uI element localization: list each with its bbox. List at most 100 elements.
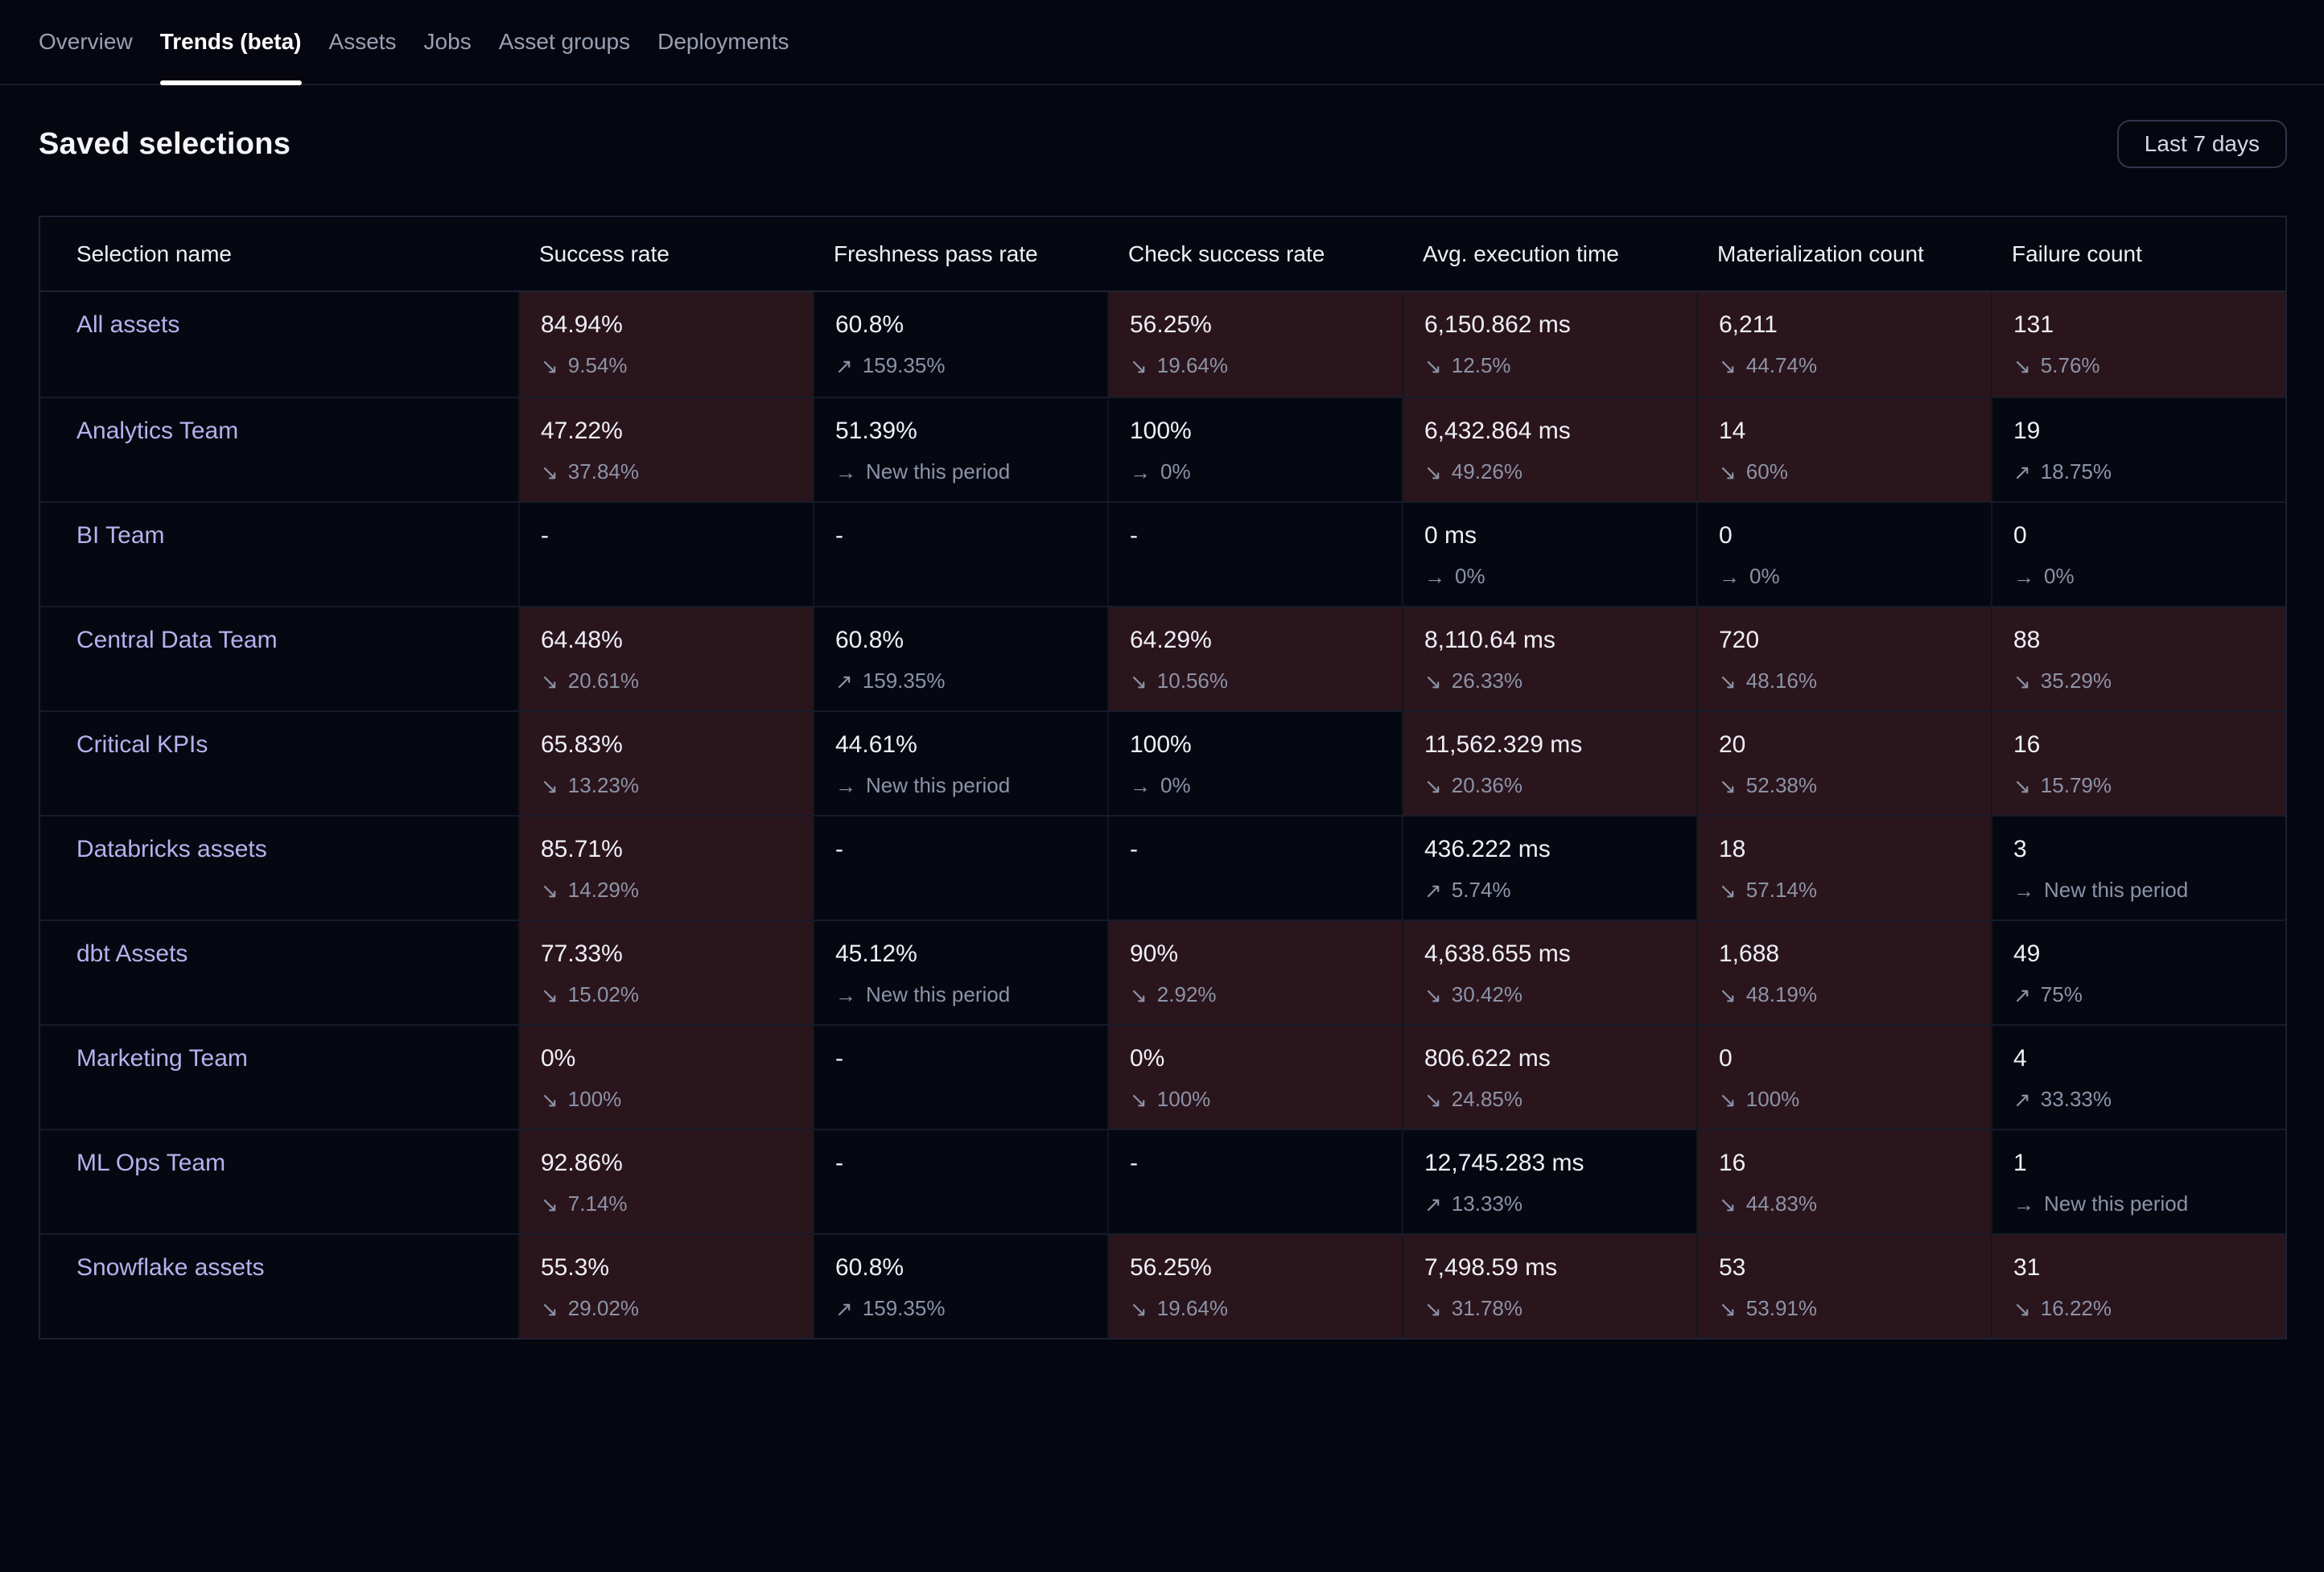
metric-value: -: [1130, 522, 1402, 549]
tab-assets[interactable]: Assets: [329, 0, 397, 84]
selection-name-link[interactable]: All assets: [76, 311, 179, 338]
metric-trend: → New this period: [835, 773, 1107, 798]
metric-value: 85.71%: [541, 836, 813, 863]
metric-value: 1,688: [1719, 940, 1991, 968]
selection-name-link[interactable]: Central Data Team: [76, 627, 278, 653]
trend-flat-icon: →: [835, 776, 856, 796]
selection-name-link[interactable]: ML Ops Team: [76, 1150, 225, 1176]
metric-cell: 1 → New this period: [1991, 1130, 2285, 1233]
metric-cell: 64.48% ↘ 20.61%: [518, 607, 813, 710]
metric-cell: 14 ↘ 60%: [1696, 398, 1991, 501]
trend-label: New this period: [866, 982, 1010, 1007]
selection-name-link[interactable]: Marketing Team: [76, 1045, 248, 1072]
metric-cell: 47.22% ↘ 37.84%: [518, 398, 813, 501]
trend-down-icon: ↘: [1424, 462, 1442, 483]
table-row: All assets 84.94% ↘ 9.54% 60.8% ↗ 159.35…: [40, 292, 2285, 397]
metric-value: 88: [2013, 627, 2285, 654]
metric-trend: ↘ 100%: [541, 1087, 813, 1112]
metric-trend: ↗ 13.33%: [1424, 1191, 1696, 1216]
metric-trend: ↗ 159.35%: [835, 353, 1107, 378]
trend-label: 49.26%: [1452, 459, 1523, 484]
trend-down-icon: ↘: [541, 462, 558, 483]
trend-down-icon: ↘: [1130, 671, 1148, 692]
metric-value: 11,562.329 ms: [1424, 731, 1696, 759]
selection-name-link[interactable]: dbt Assets: [76, 940, 187, 967]
trend-label: 37.84%: [568, 459, 639, 484]
trend-down-icon: ↘: [1130, 1089, 1148, 1110]
trend-flat-icon: →: [1130, 776, 1151, 796]
metric-value: 8,110.64 ms: [1424, 627, 1696, 654]
trend-label: 52.38%: [1746, 773, 1817, 798]
saved-selections-table: Selection name Success rate Freshness pa…: [39, 216, 2287, 1339]
metric-cell: -: [518, 503, 813, 606]
metric-trend: → 0%: [1424, 564, 1696, 589]
trend-label: 100%: [1157, 1087, 1211, 1112]
column-header-failure-count: Failure count: [1991, 217, 2285, 290]
metric-trend: ↘ 12.5%: [1424, 353, 1696, 378]
trend-flat-icon: →: [1719, 566, 1740, 587]
metric-cell: 56.25% ↘ 19.64%: [1107, 1235, 1402, 1338]
metric-cell: -: [1107, 503, 1402, 606]
table-row: Databricks assets 85.71% ↘ 14.29% - - 43…: [40, 815, 2285, 920]
metric-cell: 131 ↘ 5.76%: [1991, 292, 2285, 397]
metric-value: 0%: [541, 1045, 813, 1072]
selection-name-link[interactable]: Critical KPIs: [76, 731, 208, 758]
selection-name-link[interactable]: BI Team: [76, 522, 165, 549]
metric-value: -: [835, 836, 1107, 863]
trend-down-icon: ↘: [541, 985, 558, 1006]
column-header-check-success-rate: Check success rate: [1107, 217, 1402, 290]
top-navigation: Overview Trends (beta) Assets Jobs Asset…: [0, 0, 2324, 85]
metric-cell: 0 ↘ 100%: [1696, 1026, 1991, 1129]
tab-asset-groups[interactable]: Asset groups: [499, 0, 630, 84]
metric-value: 53: [1719, 1254, 1991, 1282]
column-header-success-rate: Success rate: [518, 217, 813, 290]
selection-name-cell: Marketing Team: [40, 1026, 518, 1129]
trend-label: 48.19%: [1746, 982, 1817, 1007]
selection-name-link[interactable]: Analytics Team: [76, 418, 238, 444]
metric-cell: 0 → 0%: [1696, 503, 1991, 606]
metric-cell: -: [813, 1026, 1107, 1129]
metric-value: -: [1130, 836, 1402, 863]
trend-down-icon: ↘: [1424, 356, 1442, 377]
selection-name-link[interactable]: Databricks assets: [76, 836, 267, 862]
time-range-button[interactable]: Last 7 days: [2117, 120, 2287, 168]
trend-down-icon: ↘: [1719, 462, 1737, 483]
trend-up-icon: ↗: [835, 1298, 853, 1319]
metric-trend: ↘ 60%: [1719, 459, 1991, 484]
metric-cell: 4 ↗ 33.33%: [1991, 1026, 2285, 1129]
metric-cell: 0% ↘ 100%: [518, 1026, 813, 1129]
trend-down-icon: ↘: [1424, 671, 1442, 692]
trend-down-icon: ↘: [541, 776, 558, 796]
trend-down-icon: ↘: [541, 1298, 558, 1319]
tab-overview[interactable]: Overview: [39, 0, 133, 84]
metric-trend: ↘ 44.74%: [1719, 353, 1991, 378]
metric-trend: ↘ 7.14%: [541, 1191, 813, 1216]
table-row: dbt Assets 77.33% ↘ 15.02% 45.12% → New …: [40, 920, 2285, 1024]
metric-cell: 6,211 ↘ 44.74%: [1696, 292, 1991, 397]
metric-cell: 7,498.59 ms ↘ 31.78%: [1402, 1235, 1696, 1338]
selection-name-link[interactable]: Snowflake assets: [76, 1254, 264, 1281]
trend-down-icon: ↘: [541, 880, 558, 901]
trend-label: 100%: [1746, 1087, 1800, 1112]
trend-down-icon: ↘: [541, 671, 558, 692]
trend-up-icon: ↗: [2013, 462, 2031, 483]
trend-down-icon: ↘: [1719, 1089, 1737, 1110]
metric-cell: 77.33% ↘ 15.02%: [518, 921, 813, 1024]
metric-value: 51.39%: [835, 418, 1107, 445]
trend-label: 159.35%: [863, 669, 946, 693]
trend-flat-icon: →: [835, 985, 856, 1006]
trend-label: 0%: [1455, 564, 1485, 589]
trend-down-icon: ↘: [2013, 356, 2031, 377]
metric-trend: ↘ 31.78%: [1424, 1296, 1696, 1321]
metric-value: 0: [2013, 522, 2285, 549]
metric-cell: 6,150.862 ms ↘ 12.5%: [1402, 292, 1696, 397]
trend-label: 24.85%: [1452, 1087, 1523, 1112]
tab-trends-beta[interactable]: Trends (beta): [160, 0, 302, 84]
metric-value: 1: [2013, 1150, 2285, 1177]
tab-jobs[interactable]: Jobs: [424, 0, 472, 84]
metric-trend: ↘ 20.61%: [541, 669, 813, 693]
metric-value: 60.8%: [835, 1254, 1107, 1282]
metric-value: 47.22%: [541, 418, 813, 445]
trend-label: 13.23%: [568, 773, 639, 798]
tab-deployments[interactable]: Deployments: [657, 0, 789, 84]
